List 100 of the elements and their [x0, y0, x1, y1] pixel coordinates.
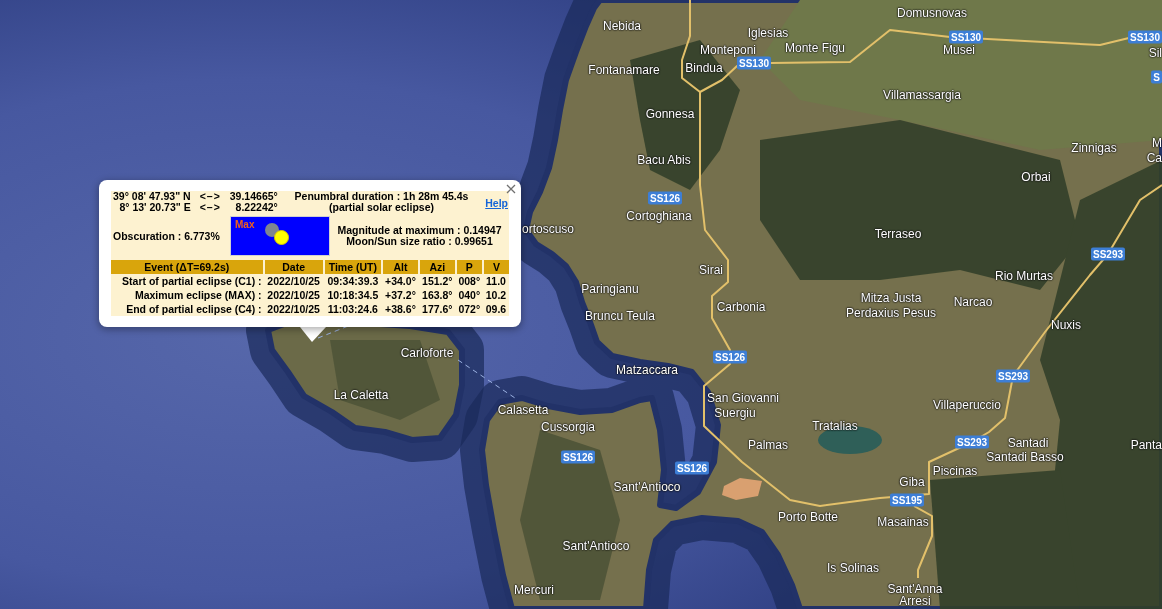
table-cell: 2022/10/25 [263, 274, 324, 288]
max-label: Max [235, 219, 255, 230]
place-label: Sil [1148, 46, 1162, 60]
place-label: Bruncu Teula [585, 309, 655, 323]
place-label: Zinnigas [1071, 141, 1117, 155]
duration-text: Penumbral duration : 1h 28m 45.4s [294, 191, 469, 202]
road-shield: SS126 [675, 461, 709, 475]
table-cell-text: +37.2° [384, 288, 417, 302]
road-shield: SS293 [1091, 247, 1125, 261]
separator-text: <–> [199, 202, 221, 213]
place-label: Santadi Basso [986, 450, 1064, 464]
place-label: Sant'Antioco [562, 539, 630, 553]
place-label: Gonnesa [645, 107, 695, 121]
place-label: Iglesias [747, 26, 789, 40]
place-label: Giba [899, 475, 925, 489]
place-label: Villaperuccio [933, 398, 1001, 412]
place-label: Fontanamare [588, 63, 660, 77]
road-shield: SS195 [890, 493, 924, 507]
eclipse-type-text: (partial solar eclipse) [328, 202, 434, 213]
place-label: Santadi [1007, 436, 1049, 450]
place-label: Rio Murtas [995, 269, 1053, 283]
place-label: Paringianu [581, 282, 639, 296]
table-cell: 11.0 [482, 274, 509, 288]
help-link[interactable]: Help [485, 197, 508, 209]
table-cell-text: 10.2 [484, 288, 508, 302]
place-label: Monteponi [700, 43, 756, 57]
table-cell-text: +34.0° [384, 274, 417, 288]
table-cell-text: 040° [457, 288, 482, 302]
place-label: Arresi [899, 594, 931, 608]
road-shield: SS293 [955, 435, 989, 449]
place-label: Villamassargia [883, 88, 961, 102]
close-button[interactable] [504, 182, 518, 196]
place-label: Perdaxius Pesus [846, 306, 936, 320]
table-cell-text: 177.6° [421, 302, 454, 316]
place-label: Is Solinas [827, 561, 879, 575]
place-label: Sirai [699, 263, 723, 277]
place-label: Orbai [1021, 170, 1051, 184]
place-label: Nebida [603, 19, 641, 33]
place-label: Palmas [748, 438, 788, 452]
column-header: P [455, 260, 483, 274]
table-cell: Start of partial eclipse (C1) : [111, 274, 264, 288]
column-header: Time (UT) [323, 260, 382, 274]
place-label: Sant'Anna [887, 582, 943, 596]
place-label: Sant'Antioco [613, 480, 681, 494]
place-label: Monte Figu [785, 41, 845, 55]
column-header: Event (ΔT=69.2s) [111, 260, 264, 274]
road-shield: SS130 [1127, 30, 1162, 44]
place-label: Panta [1130, 438, 1162, 452]
table-cell-text: 163.8° [421, 288, 454, 302]
place-label: Matzaccara [616, 363, 678, 377]
place-label: Porto Botte [778, 510, 838, 524]
table-cell-text: 09.6 [484, 302, 508, 316]
road-shield: S [1151, 70, 1162, 84]
place-label: Narcao [953, 295, 993, 309]
place-label: Calasetta [497, 403, 549, 417]
place-label: Ca [1146, 151, 1162, 165]
place-label: La Caletta [333, 388, 389, 402]
place-label: San Giovanni [707, 391, 779, 405]
place-label: Domusnovas [897, 6, 967, 20]
table-cell-text: End of partial eclipse (C4) : [125, 302, 263, 316]
obscuration-text: Obscuration : 6.773% [113, 230, 220, 242]
place-label: Carloforte [400, 346, 454, 360]
place-label: Cussorgia [541, 420, 595, 434]
moon-icon [265, 223, 279, 237]
sun-icon [274, 230, 289, 245]
size-ratio-text: Moon/Sun size ratio : 0.99651 [346, 236, 493, 247]
close-icon [506, 184, 516, 194]
table-cell-text: Maximum eclipse (MAX) : [133, 288, 263, 302]
place-label: ortoscuso [522, 222, 575, 236]
table-cell-text: 2022/10/25 [266, 288, 321, 302]
place-label: M [1152, 136, 1162, 150]
place-label: Piscinas [932, 464, 978, 478]
road-shield: SS130 [737, 56, 771, 70]
separator-text: <–> [199, 191, 221, 202]
road-shield: SS126 [561, 450, 595, 464]
road-shield: SS126 [648, 191, 682, 205]
table-cell-text: 008° [457, 274, 482, 288]
road-shield: SS126 [713, 350, 747, 364]
decimal-degrees-text: 8.22242° [234, 202, 278, 213]
table-cell-text: 2022/10/25 [266, 302, 321, 316]
table-cell-text: 151.2° [421, 274, 454, 288]
magnitude-text: Magnitude at maximum : 0.14947 [337, 225, 502, 236]
place-label: Carbonia [716, 300, 766, 314]
place-label: Terraseo [874, 227, 922, 241]
place-label: Mercuri [514, 583, 554, 597]
road-shield: SS130 [949, 30, 983, 44]
place-label: Mitza Justa [860, 291, 922, 305]
coordinate-text: 8° 13' 20.73" E [118, 202, 191, 213]
decimal-degrees-text: 39.14665° [229, 191, 278, 202]
column-header: Alt [381, 260, 419, 274]
coordinate-text: 39° 08' 47.93" N [113, 191, 191, 202]
place-label: Bindua [685, 61, 723, 75]
table-cell-text: 11:03:24.6 [326, 302, 379, 316]
place-label: Cortoghiana [626, 209, 692, 223]
place-label: Musei [943, 43, 975, 57]
table-cell-text: 09:34:39.3 [326, 274, 380, 288]
table-cell-text: +38.6° [384, 302, 417, 316]
table-cell-text: 10:18:34.5 [326, 288, 380, 302]
place-label: Masainas [877, 515, 929, 529]
column-header: V [482, 260, 509, 274]
